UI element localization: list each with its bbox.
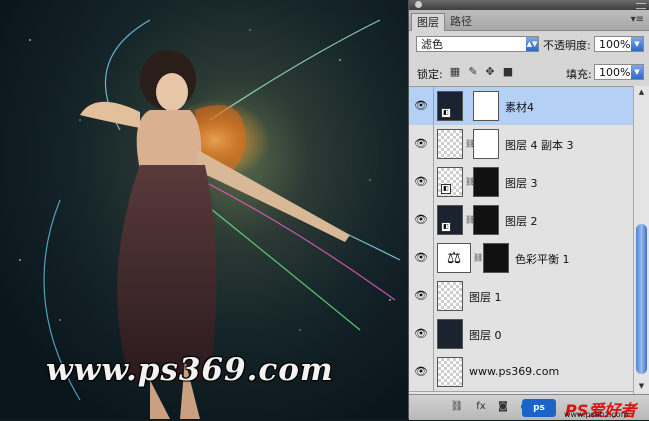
smart-object-icon: ◧ — [441, 184, 451, 194]
logo-site: www.psahz.com — [564, 410, 629, 419]
layer-name[interactable]: www.ps369.com — [469, 365, 559, 378]
eye-icon[interactable]: 👁 — [413, 175, 429, 189]
artwork-canvas: www.ps369.com — [0, 0, 408, 419]
add-mask-icon[interactable]: ◙ — [495, 400, 511, 414]
eye-icon[interactable]: 👁 — [413, 137, 429, 151]
layer-name[interactable]: 图层 4 副本 3 — [505, 137, 574, 153]
tab-paths[interactable]: 路径 — [445, 13, 477, 30]
eye-icon[interactable]: 👁 — [413, 213, 429, 227]
layer-mask-thumbnail[interactable] — [483, 243, 509, 273]
tab-layers[interactable]: 图层 — [411, 13, 445, 31]
layer-list-scrollbar[interactable]: ▲ ▼ — [633, 86, 649, 394]
link-layers-icon[interactable]: ⛓ — [449, 400, 465, 414]
layer-name[interactable]: 色彩平衡 1 — [515, 251, 570, 267]
fill-field[interactable]: 100% ▼ — [594, 64, 644, 80]
watermark-text: www.ps369.com — [46, 352, 334, 388]
link-icon[interactable]: ⛓ — [465, 139, 475, 149]
eye-icon[interactable]: 👁 — [413, 289, 429, 303]
layer-name[interactable]: 图层 1 — [469, 289, 502, 305]
layer-row[interactable]: 👁 ◧ 素材4 — [409, 87, 633, 126]
lock-paint-icon[interactable]: ✎ — [467, 66, 479, 78]
collapse-icon[interactable] — [636, 3, 646, 9]
eye-icon[interactable]: 👁 — [413, 327, 429, 341]
layer-style-icon[interactable]: fx — [473, 400, 489, 414]
link-icon[interactable]: ⛓ — [473, 253, 483, 263]
layer-thumbnail: ◧ — [437, 205, 463, 235]
blend-mode-value: 滤色 — [421, 38, 443, 51]
site-watermark-logo: ps PS爱好者 www.psahz.com — [520, 397, 649, 420]
scroll-down-icon[interactable]: ▼ — [636, 382, 647, 390]
layer-thumbnail — [437, 357, 463, 387]
layer-row[interactable]: 👁 ⚖ ⛓ 色彩平衡 1 — [409, 239, 633, 278]
layer-thumbnail — [437, 129, 463, 159]
chevron-updown-icon: ▲▼ — [526, 37, 538, 51]
lock-transparent-icon[interactable]: ▦ — [449, 66, 461, 78]
layer-name[interactable]: 图层 2 — [505, 213, 538, 229]
layer-list: 👁 ◧ 素材4 👁 ⛓ 图层 4 副本 3 👁 ◧ ⛓ 图层 3 👁 ◧ ⛓ 图… — [409, 86, 633, 395]
opacity-label: 不透明度: — [543, 39, 591, 52]
chevron-down-icon: ▼ — [631, 65, 643, 79]
fill-value: 100% — [599, 66, 631, 79]
smart-object-icon: ◧ — [441, 108, 451, 118]
panel-menu-icon[interactable]: ▾≡ — [631, 14, 644, 25]
scrollbar-thumb[interactable] — [636, 224, 647, 374]
layer-mask-thumbnail[interactable] — [473, 205, 499, 235]
layer-row[interactable]: 👁 www.ps369.com — [409, 353, 633, 392]
layer-thumbnail: ◧ — [437, 91, 463, 121]
layer-thumbnail — [437, 319, 463, 349]
layers-panel: 图层 路径 ▾≡ 滤色 ▲▼ 不透明度: 100% ▼ 锁定: ▦ ✎ ✥ ■ … — [408, 0, 649, 420]
layer-mask-thumbnail[interactable] — [473, 129, 499, 159]
layer-row[interactable]: 👁 ◧ ⛓ 图层 3 — [409, 163, 633, 202]
layer-mask-thumbnail[interactable] — [473, 167, 499, 197]
layer-row[interactable]: 👁 图层 1 — [409, 277, 633, 316]
lock-label: 锁定: — [417, 68, 443, 81]
opacity-field[interactable]: 100% ▼ — [594, 36, 644, 52]
opacity-value: 100% — [599, 38, 631, 51]
fill-label: 填充: — [566, 68, 592, 81]
lock-all-icon[interactable]: ■ — [502, 66, 514, 78]
blend-mode-select[interactable]: 滤色 ▲▼ — [416, 36, 539, 52]
balance-adjustment-icon: ⚖ — [437, 243, 471, 273]
scroll-up-icon[interactable]: ▲ — [636, 88, 647, 96]
panel-titlebar — [409, 0, 649, 10]
layer-thumbnail — [437, 281, 463, 311]
panel-tabs: 图层 路径 ▾≡ — [409, 10, 649, 31]
layer-thumbnail: ◧ — [437, 167, 463, 197]
link-icon[interactable]: ⛓ — [465, 177, 475, 187]
chevron-down-icon: ▼ — [631, 37, 643, 51]
layer-name[interactable]: 图层 3 — [505, 175, 538, 191]
layer-name[interactable]: 图层 0 — [469, 327, 502, 343]
layer-mask-thumbnail[interactable] — [473, 91, 499, 121]
layer-row[interactable]: 👁 ◧ ⛓ 图层 2 — [409, 201, 633, 240]
smart-object-icon: ◧ — [441, 222, 451, 232]
lock-move-icon[interactable]: ✥ — [484, 66, 496, 78]
eye-icon[interactable]: 👁 — [413, 99, 429, 113]
eye-icon[interactable]: 👁 — [413, 365, 429, 379]
layer-row[interactable]: 👁 ⛓ 图层 4 副本 3 — [409, 125, 633, 164]
eye-icon[interactable]: 👁 — [413, 251, 429, 265]
layer-name[interactable]: 素材4 — [505, 99, 534, 115]
close-icon[interactable] — [415, 1, 422, 8]
layer-row[interactable]: 👁 图层 0 — [409, 315, 633, 354]
link-icon[interactable]: ⛓ — [465, 215, 475, 225]
logo-box: ps — [522, 399, 556, 417]
